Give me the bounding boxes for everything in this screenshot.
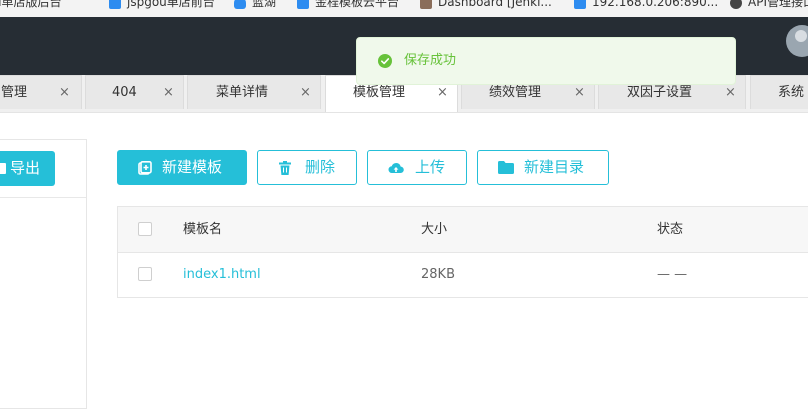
template-status: — — xyxy=(657,267,688,282)
cloud-upload-icon xyxy=(388,162,404,173)
new-directory-label: 新建目录 xyxy=(524,158,585,176)
template-table: 模板名 大小 状态 index1.html 28KB — — xyxy=(117,206,808,298)
table-header: 模板名 大小 状态 xyxy=(118,207,808,253)
bookmark-item[interactable]: jspgou单店前台 xyxy=(109,0,215,11)
bookmark-label: 192.168.0.206:890... xyxy=(592,0,719,9)
bookmark-item[interactable]: 192.168.0.206:890... xyxy=(574,0,718,11)
new-template-button[interactable]: 新建模板 xyxy=(117,150,247,185)
bookmark-item[interactable]: jspGou单店版后台 xyxy=(0,0,61,11)
bookmarks-bar: jspGou单店版后台 jspgou单店前台 蓝湖 金程模板云平台 Dashbo… xyxy=(0,0,808,17)
bookmark-label: jspGou单店版后台 xyxy=(0,0,62,9)
new-directory-button[interactable]: 新建目录 xyxy=(477,150,609,185)
tab-item[interactable]: 404 × xyxy=(85,75,184,109)
tab-label: 404 xyxy=(112,85,137,100)
folder-icon xyxy=(498,161,514,174)
bookmark-item[interactable]: 金程模板云平台 xyxy=(297,0,399,11)
upload-label: 上传 xyxy=(415,158,446,176)
globe-icon xyxy=(730,0,742,9)
left-panel: 导出 xyxy=(0,139,87,409)
export-label: 导出 xyxy=(10,159,41,177)
bookmark-label: API管理接口 xyxy=(748,0,808,9)
select-all-checkbox[interactable] xyxy=(138,222,152,236)
close-icon[interactable]: × xyxy=(300,76,311,110)
bookmark-item[interactable]: Dashboard [Jenki... xyxy=(420,0,552,11)
tab-label: 菜单详情 xyxy=(216,85,269,100)
row-checkbox[interactable] xyxy=(138,267,152,281)
bookmark-label: 蓝湖 xyxy=(252,0,277,9)
table-row: index1.html 28KB — — xyxy=(118,252,808,298)
column-header-size: 大小 xyxy=(421,222,448,237)
column-header-name: 模板名 xyxy=(183,222,223,237)
bookmark-label: 金程模板云平台 xyxy=(315,0,400,9)
new-template-label: 新建模板 xyxy=(162,158,223,176)
bookmark-item[interactable]: 蓝湖 xyxy=(234,0,276,11)
divider xyxy=(0,197,86,198)
template-name-link[interactable]: index1.html xyxy=(183,252,261,297)
success-toast: 保存成功 xyxy=(356,37,736,85)
jenkins-icon xyxy=(420,0,432,9)
toast-message: 保存成功 xyxy=(404,53,457,68)
bookmark-icon xyxy=(109,0,121,9)
bookmark-label: jspgou单店前台 xyxy=(127,0,215,9)
export-icon xyxy=(0,163,6,174)
avatar[interactable] xyxy=(786,25,808,57)
close-icon[interactable]: × xyxy=(163,76,174,110)
tab-item[interactable]: 管理 × xyxy=(0,75,82,109)
tab-label: 系统 xyxy=(778,85,805,100)
export-button[interactable]: 导出 xyxy=(0,151,55,186)
bookmark-icon xyxy=(574,0,586,9)
trash-icon xyxy=(279,160,291,175)
close-icon[interactable]: × xyxy=(59,76,70,110)
tab-item[interactable]: 系统 xyxy=(750,75,808,109)
success-check-icon xyxy=(378,54,392,68)
add-file-icon xyxy=(138,160,152,175)
bookmark-label: Dashboard [Jenki... xyxy=(438,0,552,9)
tab-item[interactable]: 菜单详情 × xyxy=(187,75,321,109)
delete-button[interactable]: 删除 xyxy=(257,150,357,185)
template-size: 28KB xyxy=(421,267,455,282)
upload-button[interactable]: 上传 xyxy=(367,150,467,185)
bookmark-item[interactable]: API管理接口 xyxy=(730,0,808,11)
delete-label: 删除 xyxy=(305,158,336,176)
tab-label: 管理 xyxy=(1,85,28,100)
column-header-status: 状态 xyxy=(657,222,684,237)
bell-icon xyxy=(234,0,246,9)
bookmark-icon xyxy=(297,0,309,9)
